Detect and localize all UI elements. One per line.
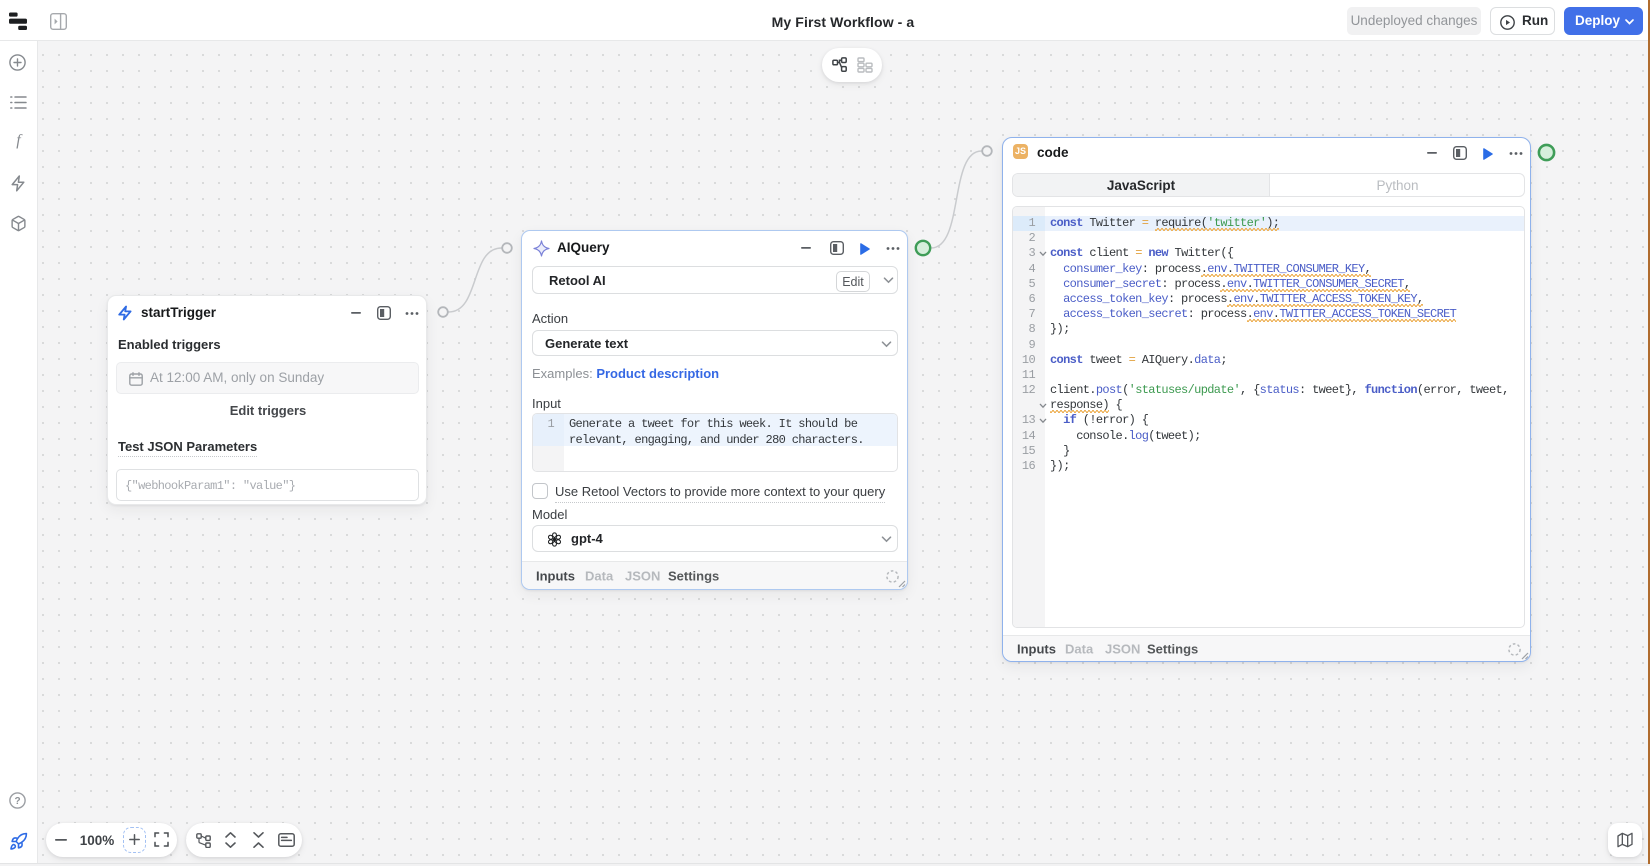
svg-text:?: ?	[14, 796, 20, 807]
